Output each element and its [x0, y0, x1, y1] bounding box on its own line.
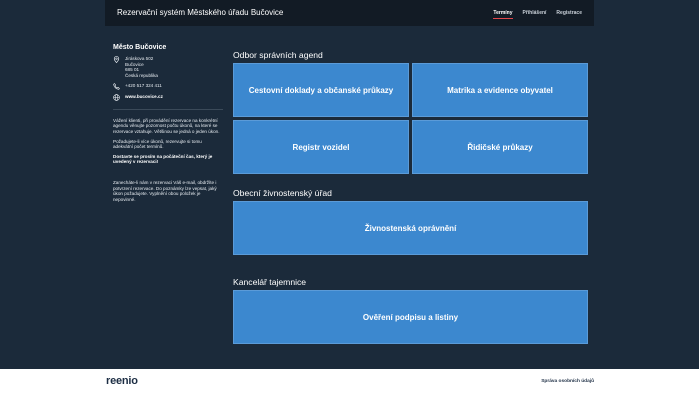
top-bar: Rezervační systém Městského úřadu Bučovi…: [105, 0, 594, 26]
nav-terminy[interactable]: Termíny: [493, 10, 513, 19]
address-country: Česká republika: [125, 73, 158, 79]
location-pin-icon: [113, 56, 120, 63]
phone-number[interactable]: +420 517 324 411: [125, 83, 162, 90]
tile-overeni-podpisu[interactable]: Ověření podpisu a listiny: [233, 290, 588, 344]
note-intro: Vážení klienti, při provádění rezervace …: [113, 117, 220, 134]
city-name: Město Bučovice: [113, 44, 167, 51]
section-title-spravni: Odbor správních agend: [233, 50, 323, 60]
main-nav: Termíny Přihlášení Registrace: [493, 10, 582, 19]
phone-icon: [113, 82, 120, 90]
tile-cestovni-doklady[interactable]: Cestovní doklady a občanské průkazy: [233, 63, 409, 117]
note-arrival: Dostavte se prosím na počáteční čas, kte…: [113, 153, 213, 165]
app-title: Rezervační systém Městského úřadu Bučovi…: [117, 8, 284, 17]
tile-registr-vozidel[interactable]: Registr vozidel: [233, 120, 409, 174]
sidebar-divider: [113, 108, 223, 110]
section-spravni-tiles: Cestovní doklady a občanské průkazy Matr…: [233, 63, 588, 174]
section-title-kancelar: Kancelář tajemnice: [233, 277, 307, 287]
address-block: Jiráskova 502 Bučovice 685 01 Česká repu…: [113, 56, 223, 79]
website-row: www.bucovice.cz: [113, 94, 223, 101]
nav-prihlaseni[interactable]: Přihlášení: [523, 10, 547, 16]
reenio-logo[interactable]: reenio: [106, 375, 138, 387]
note-email: Zanecháte-li nám v rezervaci Váš e-mail,…: [113, 179, 217, 202]
note-multiple: Požadujete-li více úkonů, rezervujte si …: [113, 138, 202, 150]
footer: reenio Správa osobních údajů: [0, 369, 699, 393]
tile-zivnostenska-opravneni[interactable]: Živnostenská oprávnění: [233, 201, 588, 255]
website-link[interactable]: www.bucovice.cz: [125, 94, 163, 101]
section-title-zivnostensky: Obecní živnostenský úřad: [233, 188, 332, 198]
nav-registrace[interactable]: Registrace: [556, 10, 582, 16]
phone-row: +420 517 324 411: [113, 83, 223, 90]
address-street: Jiráskova 502: [125, 56, 154, 61]
sidebar: Město Bučovice Jiráskova 502 Bučovice 68…: [113, 44, 223, 206]
tile-matrika[interactable]: Matrika a evidence obyvatel: [412, 63, 588, 117]
privacy-link[interactable]: Správa osobních údajů: [541, 379, 594, 384]
reservation-notes: Vážení klienti, při provádění rezervace …: [113, 118, 223, 203]
globe-icon: [113, 94, 120, 101]
main-content: Odbor správních agend Cestovní doklady a…: [233, 50, 588, 344]
tile-ridicske-prukazy[interactable]: Řidičské průkazy: [412, 120, 588, 174]
